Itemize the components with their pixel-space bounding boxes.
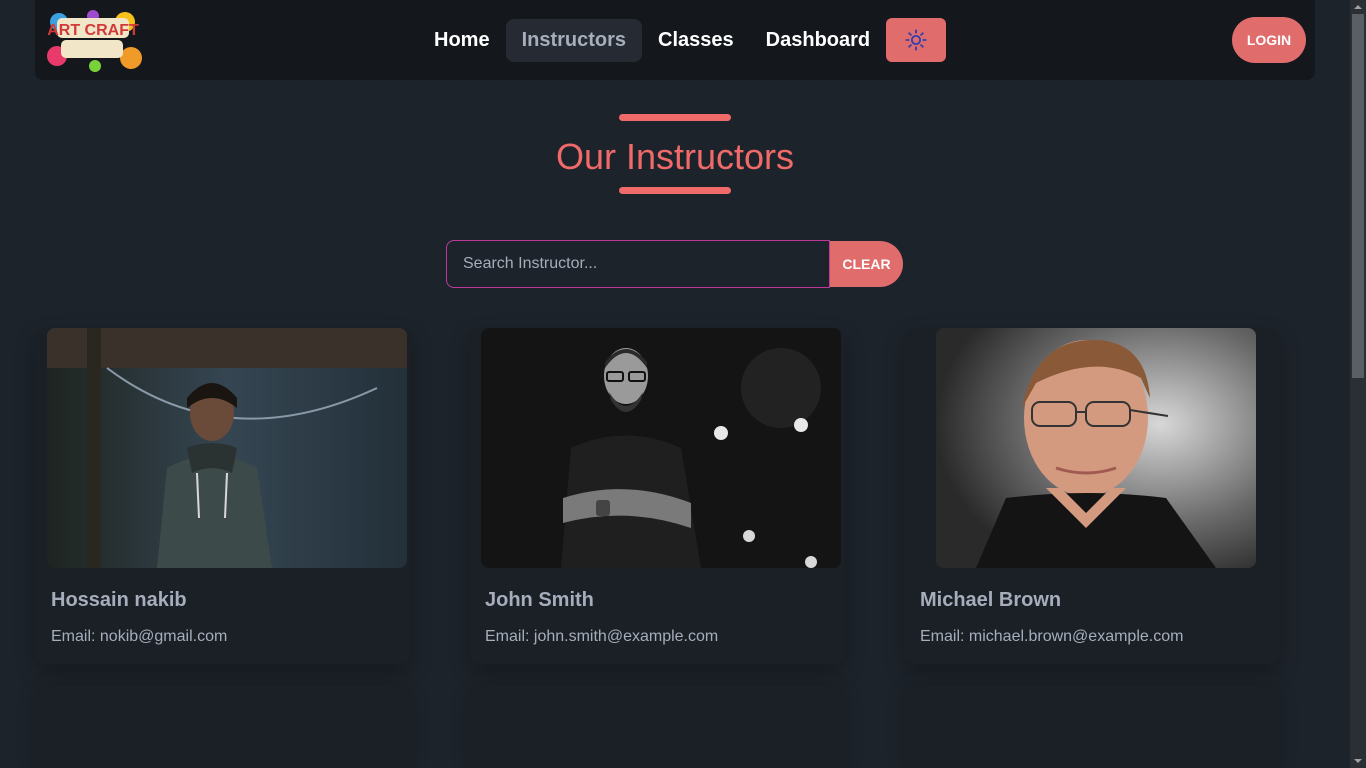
scroll-down-icon[interactable]: [1354, 759, 1362, 763]
instructor-card: [35, 686, 411, 768]
scrollbar[interactable]: [1350, 0, 1366, 768]
nav-links: Home Instructors Classes Dashboard: [418, 18, 947, 62]
title-decoration-top: [619, 114, 731, 121]
nav-classes[interactable]: Classes: [642, 19, 750, 62]
nav-instructors[interactable]: Instructors: [505, 18, 643, 62]
instructor-card: John Smith Email: john.smith@example.com: [469, 328, 845, 664]
instructor-name: Michael Brown: [920, 589, 1062, 611]
instructor-photo: [47, 328, 407, 568]
instructor-card: Michael Brown Email: michael.brown@examp…: [904, 328, 1280, 664]
site-logo[interactable]: ART CRAFT: [45, 8, 143, 72]
instructor-card: [469, 686, 845, 768]
title-decoration-bottom: [619, 187, 731, 194]
instructor-photo: [481, 328, 841, 568]
instructor-card: [904, 686, 1280, 768]
instructor-name: John Smith: [485, 589, 594, 611]
login-button[interactable]: LOGIN: [1232, 17, 1306, 63]
clear-button[interactable]: CLEAR: [830, 241, 903, 287]
scroll-up-icon[interactable]: [1354, 5, 1362, 9]
nav-dashboard[interactable]: Dashboard: [750, 19, 886, 62]
instructor-photo: [936, 328, 1256, 568]
theme-toggle-button[interactable]: [886, 18, 947, 62]
scrollbar-thumb[interactable]: [1352, 14, 1364, 378]
sun-icon: [905, 29, 927, 51]
instructor-email: Email: john.smith@example.com: [485, 628, 719, 645]
logo-text: ART CRAFT: [47, 22, 139, 39]
instructor-name: Hossain nakib: [51, 589, 187, 611]
nav-home[interactable]: Home: [418, 19, 506, 62]
search-bar: CLEAR: [446, 240, 903, 288]
page-title: Our Instructors: [555, 136, 795, 177]
instructor-email: Email: michael.brown@example.com: [920, 628, 1184, 645]
navbar: ART CRAFT Home Instructors Classes Dashb…: [35, 0, 1315, 80]
search-input[interactable]: [446, 240, 830, 288]
instructor-card: Hossain nakib Email: nokib@gmail.com: [35, 328, 411, 664]
instructor-email: Email: nokib@gmail.com: [51, 628, 228, 645]
